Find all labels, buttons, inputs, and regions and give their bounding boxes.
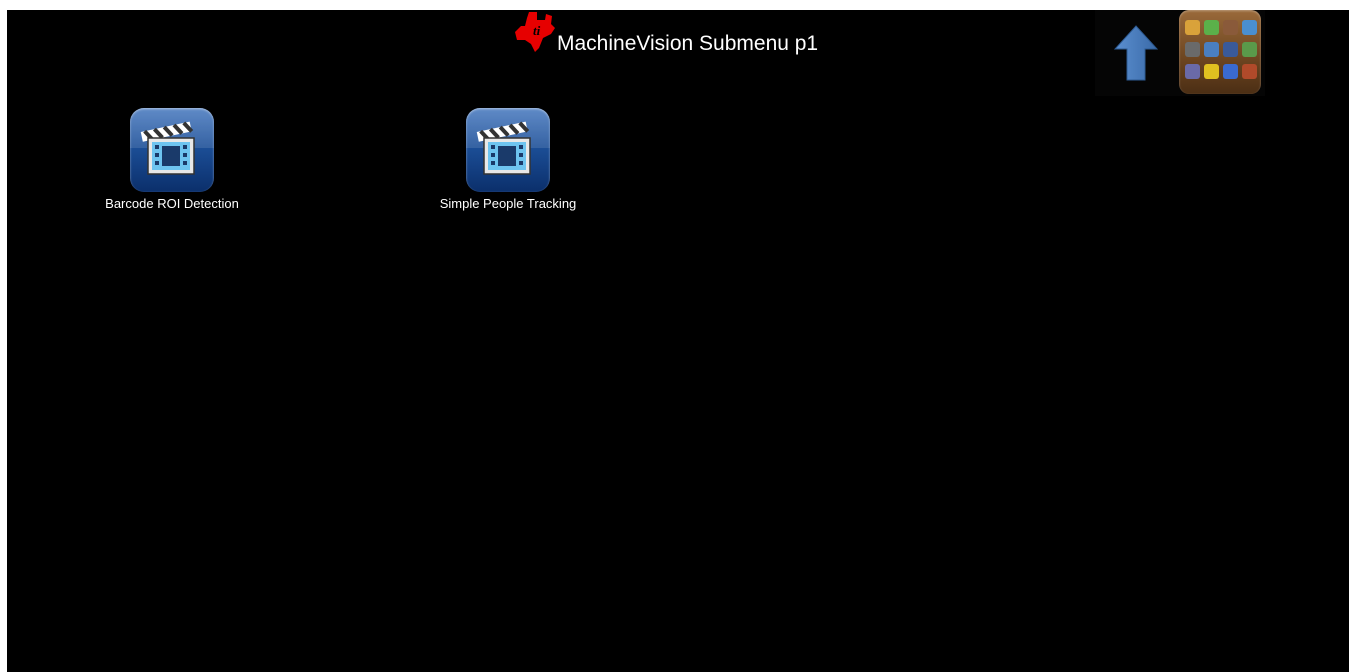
up-arrow-icon[interactable] [1114, 25, 1158, 81]
video-clapper-icon [130, 108, 214, 192]
ti-logo-icon: ti [515, 12, 555, 52]
header: ti MachineVision Submenu p1 [7, 10, 1349, 96]
app-label: Simple People Tracking [439, 196, 577, 211]
mini-app-icon [1185, 42, 1200, 57]
svg-text:ti: ti [533, 23, 541, 38]
mini-app-icon [1204, 20, 1219, 35]
mini-app-icon [1185, 20, 1200, 35]
mini-app-icon [1204, 42, 1219, 57]
mini-app-icon [1204, 64, 1219, 79]
mini-app-icon [1223, 42, 1238, 57]
mini-app-icon [1223, 20, 1238, 35]
mini-app-icon [1223, 64, 1238, 79]
app-screen: ti MachineVision Submenu p1 Barcode ROI … [7, 10, 1349, 672]
video-clapper-icon [466, 108, 550, 192]
mini-app-icon [1242, 20, 1257, 35]
app-tile-barcode-roi-detection[interactable]: Barcode ROI Detection [62, 108, 282, 211]
mini-app-icon [1242, 42, 1257, 57]
navigation-controls [1095, 10, 1265, 96]
app-tile-simple-people-tracking[interactable]: Simple People Tracking [398, 108, 618, 211]
home-button[interactable] [1179, 10, 1261, 94]
page-title: MachineVision Submenu p1 [557, 32, 819, 55]
mini-app-icon [1242, 64, 1257, 79]
mini-app-icon [1185, 64, 1200, 79]
app-label: Barcode ROI Detection [105, 196, 239, 211]
